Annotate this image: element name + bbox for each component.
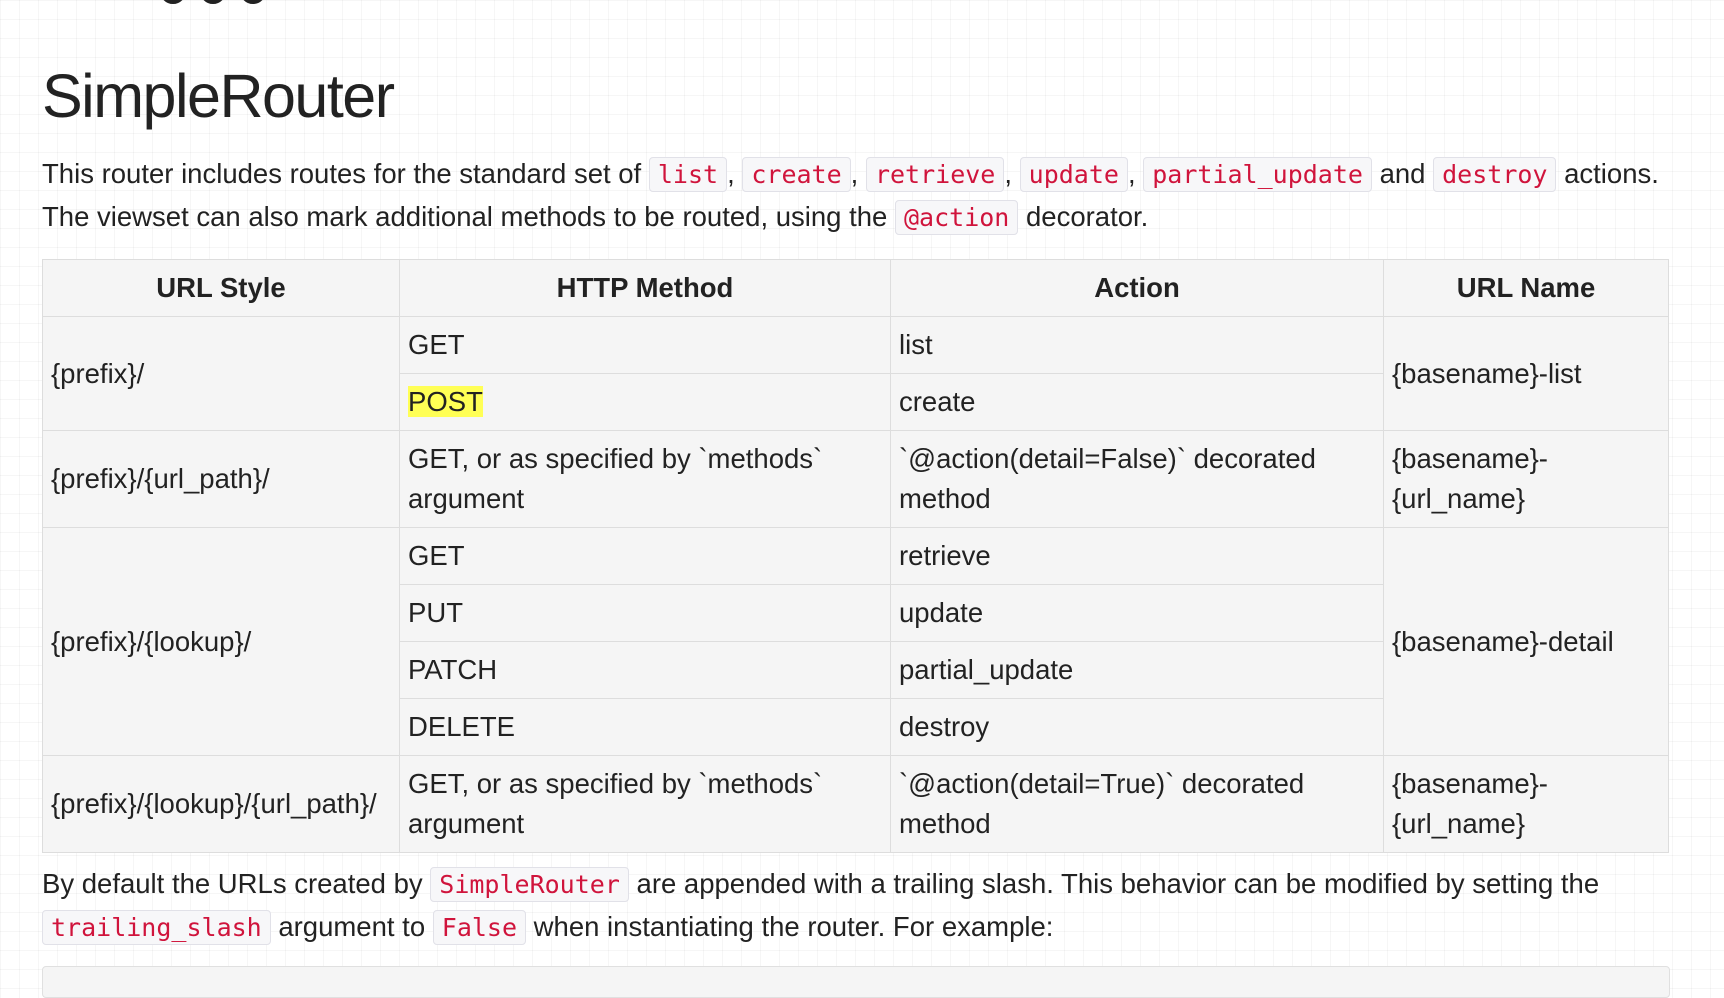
code-retrieve: retrieve <box>865 157 1005 192</box>
header-http-method: HTTP Method <box>399 259 891 317</box>
cell-url-style: {prefix}/{lookup}/ <box>42 527 400 756</box>
cell-action: create <box>890 373 1384 431</box>
cell-http-method: PATCH <box>399 641 891 699</box>
code-destroy: destroy <box>1433 157 1557 192</box>
cell-http-method: GET <box>399 527 891 585</box>
header-url-name: URL Name <box>1383 259 1669 317</box>
code-false: False <box>432 910 527 945</box>
cell-action: retrieve <box>890 527 1384 585</box>
code-list: list <box>648 157 728 192</box>
code-partial-update: partial_update <box>1143 157 1372 192</box>
header-url-style: URL Style <box>42 259 400 317</box>
table-row: {prefix}/{lookup}/ GET retrieve {basenam… <box>42 527 1669 756</box>
previous-heading-fragment <box>160 0 280 6</box>
cell-action: destroy <box>890 698 1384 756</box>
code-simplerouter: SimpleRouter <box>430 867 629 902</box>
code-action-decorator: @action <box>894 200 1019 235</box>
cell-url-style: {prefix}/{lookup}/{url_path}/ <box>42 755 400 853</box>
cell-url-name: {basename}-detail <box>1383 527 1669 756</box>
cell-http-method: POST <box>399 373 891 431</box>
cell-http-method: DELETE <box>399 698 891 756</box>
header-action: Action <box>890 259 1384 317</box>
table-row: {prefix}/ GET list {basename}-list <box>42 316 1669 431</box>
cell-action: list <box>890 316 1384 374</box>
cell-http-method: GET, or as specified by `methods` argume… <box>399 755 891 853</box>
cell-action: partial_update <box>890 641 1384 699</box>
table-header-row: URL Style HTTP Method Action URL Name <box>42 259 1669 317</box>
cell-action: `@action(detail=False)` decorated method <box>890 430 1384 528</box>
cell-action: update <box>890 584 1384 642</box>
cell-url-name: {basename}-{url_name} <box>1383 755 1669 853</box>
table-row: {prefix}/{lookup}/{url_path}/ GET, or as… <box>42 755 1669 853</box>
cell-url-name: {basename}-list <box>1383 316 1669 431</box>
cell-http-method: GET, or as specified by `methods` argume… <box>399 430 891 528</box>
code-create: create <box>742 157 851 192</box>
cell-http-method: PUT <box>399 584 891 642</box>
routes-table: URL Style HTTP Method Action URL Name {p… <box>42 259 1669 853</box>
cell-url-name: {basename}-{url_name} <box>1383 430 1669 528</box>
intro-paragraph: This router includes routes for the stan… <box>42 153 1668 239</box>
outro-paragraph: By default the URLs created by SimpleRou… <box>42 863 1668 949</box>
table-row: {prefix}/{url_path}/ GET, or as specifie… <box>42 430 1669 528</box>
page-title: SimpleRouter <box>42 62 395 130</box>
code-update: update <box>1019 157 1128 192</box>
code-trailing-slash: trailing_slash <box>42 910 271 945</box>
cell-http-method: GET <box>399 316 891 374</box>
cell-url-style: {prefix}/ <box>42 316 400 431</box>
cell-url-style: {prefix}/{url_path}/ <box>42 430 400 528</box>
cell-action: `@action(detail=True)` decorated method <box>890 755 1384 853</box>
highlighted-text: POST <box>408 386 483 417</box>
code-block <box>42 966 1670 998</box>
